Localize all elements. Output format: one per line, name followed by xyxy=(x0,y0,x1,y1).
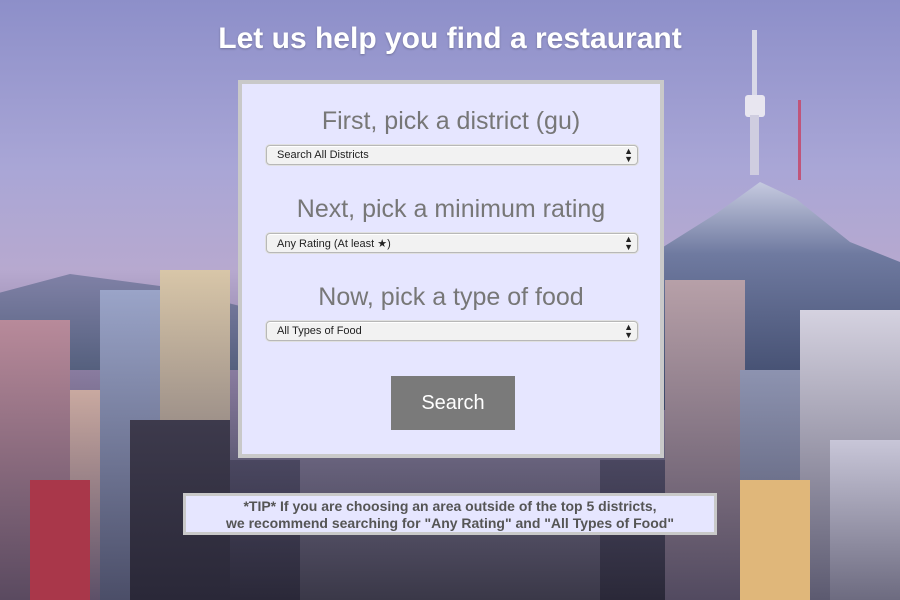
tower-observation-deck xyxy=(745,95,765,117)
select-arrows-icon: ▲ ▼ xyxy=(624,146,633,164)
district-select[interactable]: Search All Districts ▲ ▼ xyxy=(266,145,638,165)
select-arrows-icon: ▲ ▼ xyxy=(624,234,633,252)
rating-label: Next, pick a minimum rating xyxy=(296,195,606,223)
building xyxy=(740,480,810,600)
food-label: Now, pick a type of food xyxy=(318,283,584,311)
secondary-antenna xyxy=(798,100,801,180)
page-title: Let us help you find a restaurant xyxy=(218,22,682,55)
tip-line-1: *TIP* If you are choosing an area outsid… xyxy=(243,498,657,514)
food-type-select[interactable]: All Types of Food ▲ ▼ xyxy=(266,321,638,341)
tip-box: *TIP* If you are choosing an area outsid… xyxy=(183,493,717,535)
tower-shaft xyxy=(750,115,759,175)
rating-select[interactable]: Any Rating (At least ★) ▲ ▼ xyxy=(266,233,638,253)
building xyxy=(30,480,90,600)
select-arrows-icon: ▲ ▼ xyxy=(624,322,633,340)
district-selected-value: Search All Districts xyxy=(277,149,369,161)
building xyxy=(830,440,900,600)
search-button[interactable]: Search xyxy=(391,376,515,430)
food-selected-value: All Types of Food xyxy=(277,325,362,337)
tip-line-2: we recommend searching for "Any Rating" … xyxy=(226,515,674,531)
search-form-panel: First, pick a district (gu) Search All D… xyxy=(238,80,664,458)
rating-selected-value: Any Rating (At least ★) xyxy=(277,238,391,250)
district-label: First, pick a district (gu) xyxy=(321,107,581,135)
building xyxy=(665,280,745,600)
